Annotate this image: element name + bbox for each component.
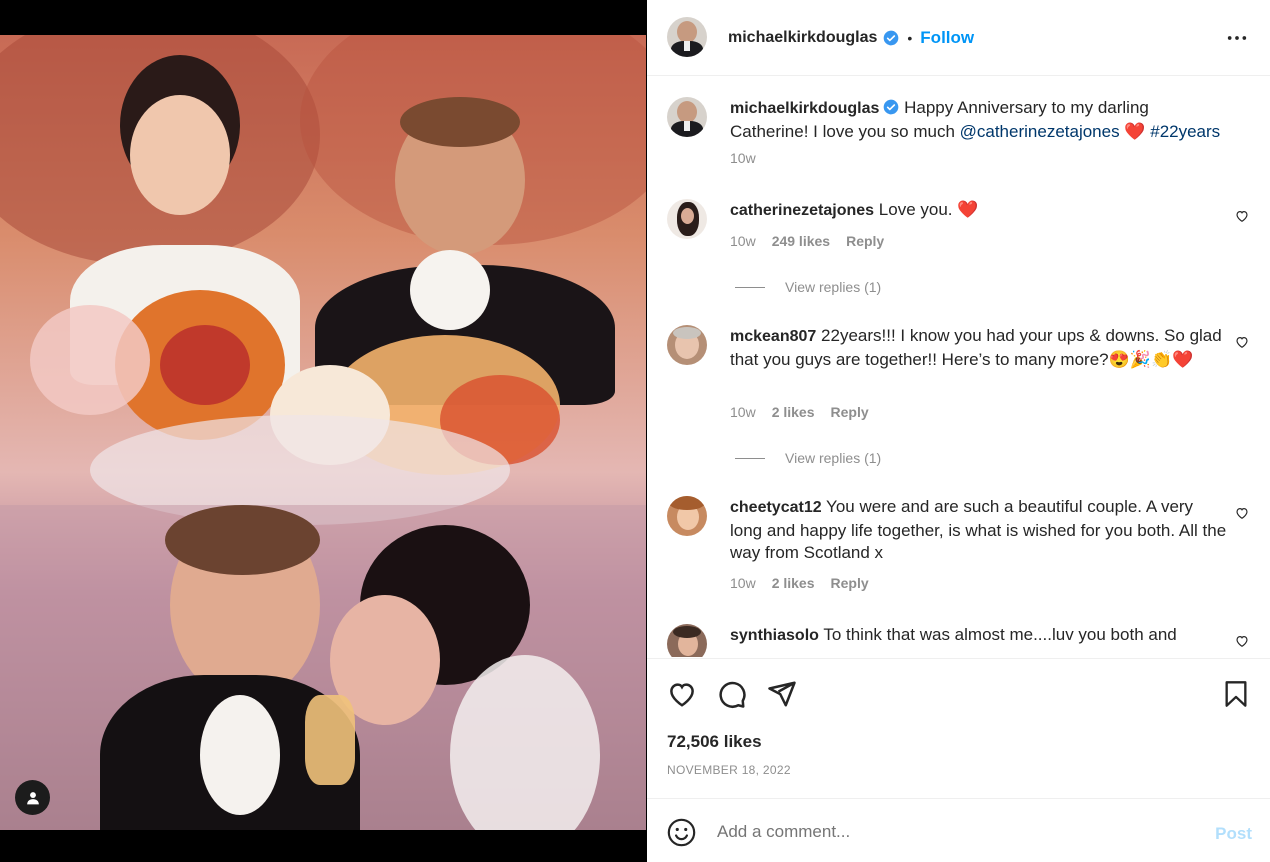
post-header: michaelkirkdouglas • Follow [647, 0, 1270, 76]
reply-button[interactable]: Reply [831, 575, 869, 591]
emoji-icon [667, 818, 696, 847]
comment-item: cheetycat12 You were and are such a beau… [667, 496, 1257, 596]
comment-item: catherinezetajones Love you. ❤️ 10w 249 … [667, 199, 1257, 299]
more-options-button[interactable] [1226, 28, 1248, 53]
like-comment-button[interactable] [1235, 634, 1249, 653]
caption-text: michaelkirkdouglas Happy Anniversary to … [730, 97, 1227, 143]
emoji-button[interactable] [667, 818, 696, 852]
commenter-avatar[interactable] [667, 496, 707, 536]
commenter-username[interactable]: mckean807 [730, 328, 816, 345]
view-replies-label[interactable]: View replies (1) [785, 450, 881, 466]
user-tag-button[interactable] [15, 780, 50, 815]
save-button[interactable] [1222, 679, 1250, 714]
commenter-avatar[interactable] [667, 199, 707, 239]
share-button[interactable] [767, 679, 797, 714]
heart-icon [1236, 337, 1248, 348]
post-photo[interactable] [0, 35, 646, 830]
verified-badge-icon [884, 30, 899, 46]
commenter-username[interactable]: synthiasolo [730, 627, 819, 644]
caption-time[interactable]: 10w [730, 150, 756, 166]
hashtag-link[interactable]: #22years [1150, 122, 1220, 141]
commenter-avatar[interactable] [667, 624, 707, 657]
comment-time[interactable]: 10w [730, 575, 756, 591]
comment-input[interactable] [717, 817, 1187, 847]
comment-time[interactable]: 10w [730, 404, 756, 420]
heart-icon [1236, 508, 1248, 519]
add-comment-bar: Post [647, 798, 1270, 862]
comment-item: synthiasolo To think that was almost me.… [667, 624, 1257, 657]
commenter-username[interactable]: cheetycat12 [730, 499, 822, 516]
comment-text: Love you. ❤️ [878, 200, 979, 219]
share-icon [768, 681, 796, 707]
view-replies-button[interactable]: View replies (1) [735, 450, 881, 466]
reply-button[interactable]: Reply [846, 233, 884, 249]
comment-likes[interactable]: 2 likes [772, 404, 815, 420]
caption-emoji: ❤️ [1124, 121, 1146, 141]
post-sidebar: michaelkirkdouglas • Follow michaelkirkd… [647, 0, 1270, 862]
post-comment-button[interactable]: Post [1215, 824, 1252, 844]
commenter-username[interactable]: catherinezetajones [730, 202, 874, 219]
heart-icon [1236, 636, 1248, 647]
like-comment-button[interactable] [1235, 209, 1249, 228]
commenter-avatar[interactable] [667, 325, 707, 365]
reply-button[interactable]: Reply [831, 404, 869, 420]
view-replies-label[interactable]: View replies (1) [785, 279, 881, 295]
comment-meta: 10w 2 likes Reply [730, 575, 869, 591]
replies-divider [735, 457, 765, 459]
author-username[interactable]: michaelkirkdouglas [728, 29, 877, 47]
like-comment-button[interactable] [1235, 506, 1249, 525]
replies-divider [735, 286, 765, 288]
caption-avatar[interactable] [667, 97, 707, 137]
comment-icon [719, 681, 746, 708]
view-replies-button[interactable]: View replies (1) [735, 279, 881, 295]
author-avatar[interactable] [667, 17, 707, 57]
post-date[interactable]: NOVEMBER 18, 2022 [667, 763, 791, 777]
comments-list[interactable]: michaelkirkdouglas Happy Anniversary to … [647, 77, 1270, 657]
post-media[interactable] [0, 0, 646, 862]
caption-username[interactable]: michaelkirkdouglas [730, 100, 879, 117]
heart-icon [1236, 211, 1248, 222]
comment-button[interactable] [717, 679, 747, 714]
follow-button[interactable]: Follow [920, 28, 974, 48]
comment-item: mckean807 22years!!! I know you had your… [667, 325, 1257, 475]
header-separator: • [907, 30, 913, 46]
comment-likes[interactable]: 2 likes [772, 575, 815, 591]
heart-icon [670, 683, 694, 707]
user-tag-icon [26, 791, 39, 804]
like-comment-button[interactable] [1235, 335, 1249, 354]
caption: michaelkirkdouglas Happy Anniversary to … [667, 97, 1257, 167]
like-button[interactable] [667, 679, 697, 714]
comment-likes[interactable]: 249 likes [772, 233, 830, 249]
comment-meta: 10w 2 likes Reply [730, 404, 869, 420]
likes-count[interactable]: 72,506 likes [667, 732, 762, 752]
more-options-icon [1227, 36, 1247, 40]
bookmark-icon [1225, 681, 1247, 707]
mention-link[interactable]: @catherinezetajones [960, 122, 1120, 141]
comment-meta: 10w 249 likes Reply [730, 233, 884, 249]
caption-meta: 10w [730, 150, 756, 166]
post-actions: 72,506 likes NOVEMBER 18, 2022 [647, 658, 1270, 798]
comment-text: To think that was almost me....luv you b… [823, 625, 1177, 644]
comment-time[interactable]: 10w [730, 233, 756, 249]
verified-badge-icon [884, 99, 899, 115]
